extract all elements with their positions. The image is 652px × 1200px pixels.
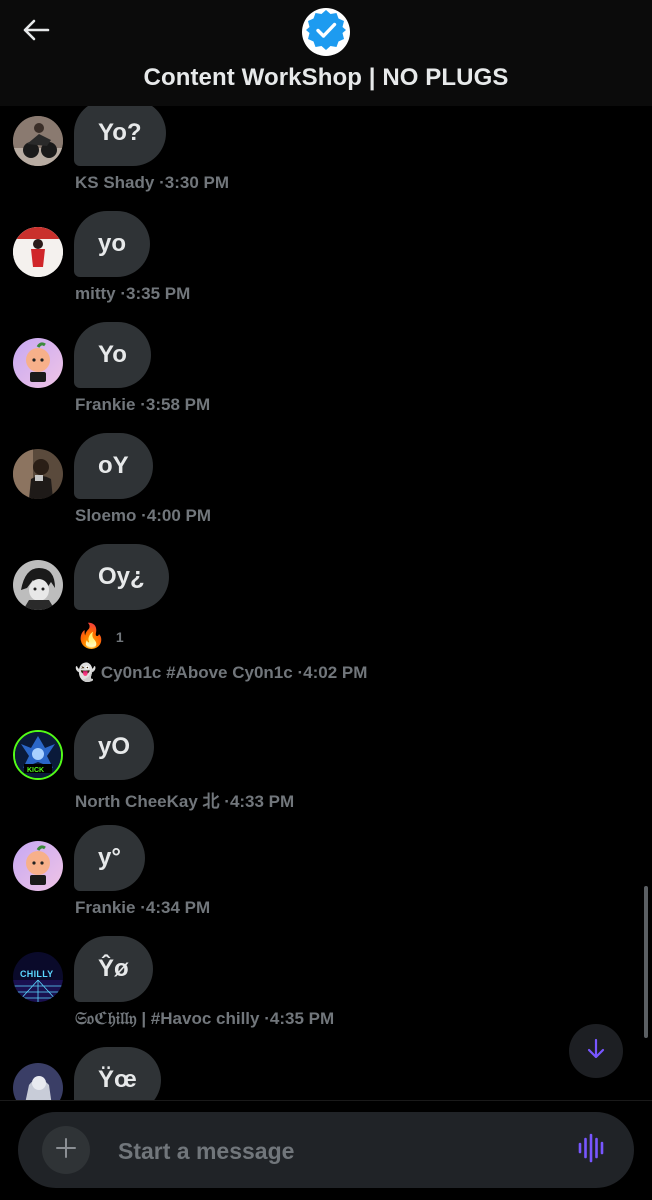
message-author[interactable]: Frankie	[75, 898, 135, 917]
message-time: 4:34 PM	[145, 898, 211, 917]
message-author[interactable]: North CheeKay 北	[75, 792, 220, 811]
message-meta: Sloemo ·4:00 PM	[75, 506, 211, 526]
message-text: Ŷø	[98, 955, 129, 982]
avatar-ks-shady[interactable]	[13, 116, 63, 166]
message-meta: KS Shady ·3:30 PM	[75, 173, 229, 193]
message-input[interactable]	[116, 1132, 560, 1170]
message-author[interactable]: 👻 Cy0n1c #Above Cy0n1c	[75, 663, 293, 682]
message-bubble[interactable]: yo	[74, 211, 151, 277]
message-author[interactable]: Sloemo	[75, 506, 136, 525]
back-button[interactable]	[16, 14, 56, 50]
scrollbar-thumb[interactable]	[644, 886, 648, 1038]
message-time: 3:35 PM	[126, 284, 191, 303]
message-bubble[interactable]: Oy¿	[74, 544, 169, 610]
avatar-cyonic[interactable]	[13, 560, 63, 610]
plus-icon	[55, 1137, 77, 1164]
avatar-sloemo[interactable]	[13, 449, 63, 499]
message-text: Ÿœ	[98, 1066, 137, 1093]
message-bubble[interactable]: y°	[74, 825, 145, 891]
avatar-frankie[interactable]	[13, 338, 63, 388]
message-time: 4:35 PM	[269, 1009, 335, 1028]
fire-emoji: 🔥	[76, 623, 106, 650]
message-composer	[18, 1112, 634, 1188]
message-time: 3:30 PM	[164, 173, 230, 192]
dm-conversation-screen: Yo? KS Shady ·3:30 PM yo mitty ·3:35 PM	[0, 0, 652, 1200]
arrow-down-icon	[586, 1038, 606, 1065]
message-time: 3:58 PM	[145, 395, 211, 414]
avatar-frankie[interactable]	[13, 841, 63, 891]
reaction-count: 1	[115, 628, 124, 645]
message-meta: mitty ·3:35 PM	[75, 284, 190, 304]
message-author[interactable]: 𝔖𝔬ℭ𝔥𝔦𝔩𝔩𝔶 | #Havoc chilly	[75, 1009, 259, 1028]
message-time: 4:02 PM	[303, 663, 368, 682]
message-text: Yo?	[98, 119, 142, 146]
avatar-north-cheekay[interactable]: KICK	[13, 730, 63, 780]
message-time: 4:33 PM	[229, 792, 295, 811]
verified-badge-icon	[304, 8, 348, 57]
voice-waveform-icon	[577, 1133, 607, 1168]
message-meta: North CheeKay 北 ·4:33 PM	[75, 787, 294, 812]
message-author[interactable]: KS Shady	[75, 173, 154, 192]
message-text: Oy¿	[98, 563, 145, 590]
message-time: 4:00 PM	[146, 506, 212, 525]
add-attachment-button[interactable]	[42, 1126, 90, 1174]
avatar-mitty[interactable]	[13, 227, 63, 277]
voice-message-button[interactable]	[574, 1132, 610, 1168]
message-text: yo	[98, 230, 127, 257]
message-meta: Frankie ·4:34 PM	[75, 898, 210, 918]
message-bubble[interactable]: oY	[74, 433, 153, 499]
message-author[interactable]: mitty	[75, 284, 116, 303]
kick-badge-text: KICK	[27, 767, 45, 774]
message-meta: Frankie ·3:58 PM	[75, 395, 210, 415]
avatar-chilly[interactable]: CHILLY	[13, 952, 63, 1002]
message-bubble[interactable]: Ŷø	[74, 936, 153, 1002]
scroll-to-bottom-button[interactable]	[569, 1024, 623, 1078]
reaction-chip[interactable]: 🔥 1	[76, 622, 124, 651]
message-bubble[interactable]: Yo?	[74, 100, 166, 166]
message-text: Yo	[98, 341, 127, 368]
message-bubble[interactable]: yO	[74, 714, 155, 780]
message-meta: 👻 Cy0n1c #Above Cy0n1c ·4:02 PM	[75, 663, 367, 683]
conversation-title[interactable]: Content WorkShop | NO PLUGS	[0, 64, 652, 92]
message-bubble[interactable]: Yo	[74, 322, 151, 388]
conversation-header: Content WorkShop | NO PLUGS	[0, 0, 652, 106]
group-avatar[interactable]	[302, 8, 350, 56]
message-list[interactable]: Yo? KS Shady ·3:30 PM yo mitty ·3:35 PM	[0, 0, 652, 1113]
message-text: yO	[98, 733, 131, 760]
message-author[interactable]: Frankie	[75, 395, 135, 414]
chilly-badge-text: CHILLY	[20, 969, 54, 979]
arrow-left-icon	[22, 18, 50, 47]
message-text: y°	[98, 844, 121, 871]
message-meta: 𝔖𝔬ℭ𝔥𝔦𝔩𝔩𝔶 | #Havoc chilly ·4:35 PM	[75, 1009, 334, 1029]
message-text: oY	[98, 452, 129, 479]
